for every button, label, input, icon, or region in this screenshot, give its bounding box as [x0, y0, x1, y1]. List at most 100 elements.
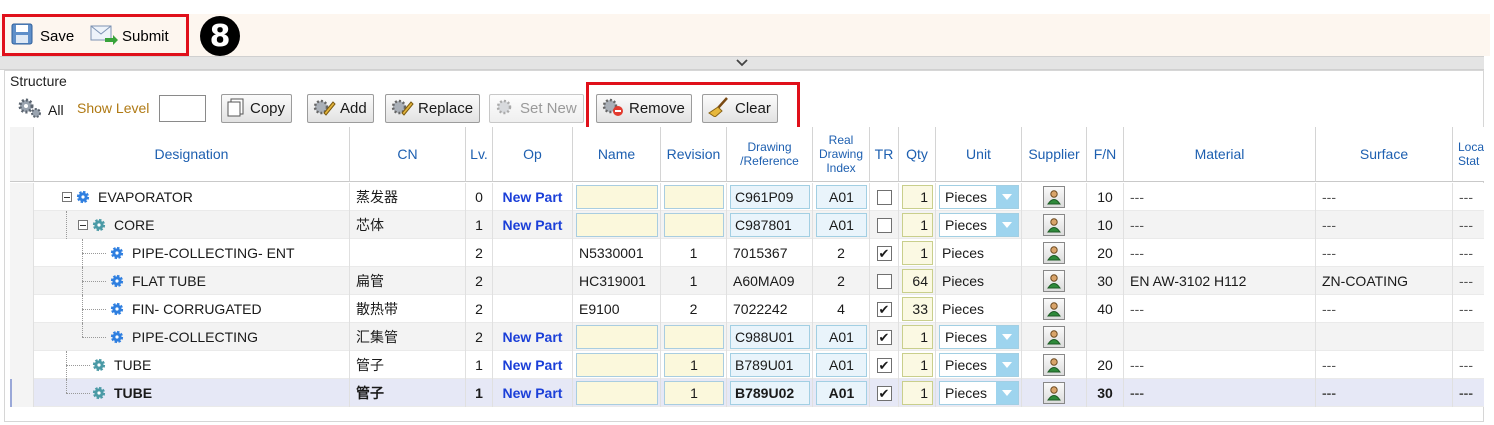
cell-designation[interactable]: TUBE — [34, 379, 350, 407]
real-drawing-index-input[interactable]: A01 — [816, 325, 867, 349]
cell-name[interactable] — [573, 351, 661, 379]
cell-unit[interactable]: Pieces — [936, 211, 1022, 239]
set-new-button[interactable]: Set New — [489, 94, 584, 123]
cell-designation[interactable]: FLAT TUBE — [34, 267, 350, 295]
real-drawing-index-input[interactable]: A01 — [816, 353, 867, 377]
qty-input[interactable]: 64 — [902, 269, 933, 293]
cell-revision[interactable] — [661, 183, 727, 211]
cell-revision[interactable]: 1 — [661, 379, 727, 407]
header-unit[interactable]: Unit — [936, 127, 1022, 182]
row-selector[interactable] — [10, 379, 34, 407]
cell-drawing-reference[interactable]: C961P09 — [727, 183, 813, 211]
row-selector[interactable] — [10, 323, 34, 351]
name-input[interactable] — [576, 213, 658, 237]
cell-real-drawing-index[interactable]: A01 — [813, 351, 870, 379]
qty-input[interactable]: 1 — [902, 325, 933, 349]
cell-qty[interactable]: 33 — [899, 295, 936, 323]
cell-supplier[interactable] — [1022, 379, 1087, 407]
table-row[interactable]: TUBE 管子 1 New Part 1 B789U02 A01 ✔ 1 Pieces 30 --- -… — [10, 379, 1484, 407]
cell-qty[interactable]: 64 — [899, 267, 936, 295]
replace-button[interactable]: Replace — [385, 94, 481, 123]
cell-designation[interactable]: FIN- CORRUGATED — [34, 295, 350, 323]
cell-revision[interactable] — [661, 323, 727, 351]
cell-supplier[interactable] — [1022, 267, 1087, 295]
table-row[interactable]: CORE 芯体 1 New Part C987801 A01 1 Pieces 10 --- ---… — [10, 211, 1484, 239]
table-row[interactable]: TUBE 管子 1 New Part 1 B789U01 A01 ✔ 1 Pieces 20 --- -… — [10, 351, 1484, 379]
row-selector[interactable] — [10, 183, 34, 211]
cell-drawing-reference[interactable]: C987801 — [727, 211, 813, 239]
cell-op[interactable]: New Part — [493, 183, 573, 211]
drawing-reference-input[interactable]: C987801 — [730, 213, 810, 237]
cell-name[interactable] — [573, 323, 661, 351]
revision-input[interactable]: 1 — [664, 381, 724, 405]
tr-checkbox[interactable]: ✔ — [876, 329, 892, 345]
cell-supplier[interactable] — [1022, 351, 1087, 379]
qty-input[interactable]: 1 — [902, 353, 933, 377]
header-designation[interactable]: Designation — [34, 127, 350, 182]
row-selector[interactable] — [10, 295, 34, 323]
cell-name[interactable] — [573, 183, 661, 211]
collapse-bar[interactable] — [0, 56, 1484, 70]
header-op[interactable]: Op — [493, 127, 573, 182]
cell-tr[interactable]: ✔ — [870, 323, 899, 351]
cell-op[interactable]: New Part — [493, 211, 573, 239]
revision-input[interactable] — [664, 185, 724, 209]
drawing-reference-input[interactable]: B789U01 — [730, 353, 810, 377]
revision-input[interactable]: 1 — [664, 353, 724, 377]
supplier-person-icon[interactable] — [1043, 298, 1065, 320]
header-surface[interactable]: Surface — [1316, 127, 1453, 182]
collapse-toggle[interactable] — [62, 192, 72, 202]
row-selector[interactable] — [10, 239, 34, 267]
cell-tr[interactable]: ✔ — [870, 379, 899, 407]
unit-select[interactable]: Pieces — [939, 381, 1019, 405]
dropdown-arrow-icon[interactable] — [996, 326, 1018, 348]
cell-designation[interactable]: EVAPORATOR — [34, 183, 350, 211]
header-revision[interactable]: Revision — [661, 127, 727, 182]
drawing-reference-input[interactable]: C988U01 — [730, 325, 810, 349]
cell-drawing-reference[interactable]: C988U01 — [727, 323, 813, 351]
cell-designation[interactable]: TUBE — [34, 351, 350, 379]
qty-input[interactable]: 1 — [902, 381, 933, 405]
cell-drawing-reference[interactable]: B789U02 — [727, 379, 813, 407]
drawing-reference-input[interactable]: B789U02 — [730, 381, 810, 405]
header-drawing-reference[interactable]: Drawing /Reference — [727, 127, 813, 182]
cell-real-drawing-index[interactable]: A01 — [813, 183, 870, 211]
qty-input[interactable]: 1 — [902, 241, 933, 265]
all-levels-toggle[interactable]: All — [16, 96, 64, 123]
cell-real-drawing-index[interactable]: A01 — [813, 211, 870, 239]
unit-select[interactable]: Pieces — [939, 213, 1019, 237]
cell-op[interactable]: New Part — [493, 323, 573, 351]
revision-input[interactable] — [664, 325, 724, 349]
cell-qty[interactable]: 1 — [899, 323, 936, 351]
dropdown-arrow-icon[interactable] — [996, 186, 1018, 208]
cell-qty[interactable]: 1 — [899, 379, 936, 407]
table-row[interactable]: FIN- CORRUGATED 散热带 2 E9100 2 7022242 4 ✔ 33 Piec… — [10, 295, 1484, 323]
cell-name[interactable] — [573, 379, 661, 407]
name-input[interactable] — [576, 185, 658, 209]
header-tr[interactable]: TR — [870, 127, 899, 182]
header-fn[interactable]: F/N — [1087, 127, 1124, 182]
name-input[interactable] — [576, 325, 658, 349]
tr-checkbox[interactable] — [876, 217, 892, 233]
cell-designation[interactable]: CORE — [34, 211, 350, 239]
supplier-person-icon[interactable] — [1043, 326, 1065, 348]
cell-op[interactable]: New Part — [493, 379, 573, 407]
cell-qty[interactable]: 1 — [899, 239, 936, 267]
cell-tr[interactable] — [870, 267, 899, 295]
qty-input[interactable]: 1 — [902, 213, 933, 237]
header-name[interactable]: Name — [573, 127, 661, 182]
supplier-person-icon[interactable] — [1043, 354, 1065, 376]
cell-tr[interactable] — [870, 183, 899, 211]
collapse-toggle[interactable] — [78, 220, 88, 230]
cell-name[interactable] — [573, 211, 661, 239]
cell-unit[interactable]: Pieces — [936, 183, 1022, 211]
name-input[interactable] — [576, 353, 658, 377]
header-supplier[interactable]: Supplier — [1022, 127, 1087, 182]
tr-checkbox[interactable]: ✔ — [876, 357, 892, 373]
cell-supplier[interactable] — [1022, 211, 1087, 239]
unit-select[interactable]: Pieces — [939, 185, 1019, 209]
header-local-status[interactable]: Local Stat — [1453, 127, 1484, 182]
real-drawing-index-input[interactable]: A01 — [816, 185, 867, 209]
cell-qty[interactable]: 1 — [899, 351, 936, 379]
cell-designation[interactable]: PIPE-COLLECTING- ENT — [34, 239, 350, 267]
